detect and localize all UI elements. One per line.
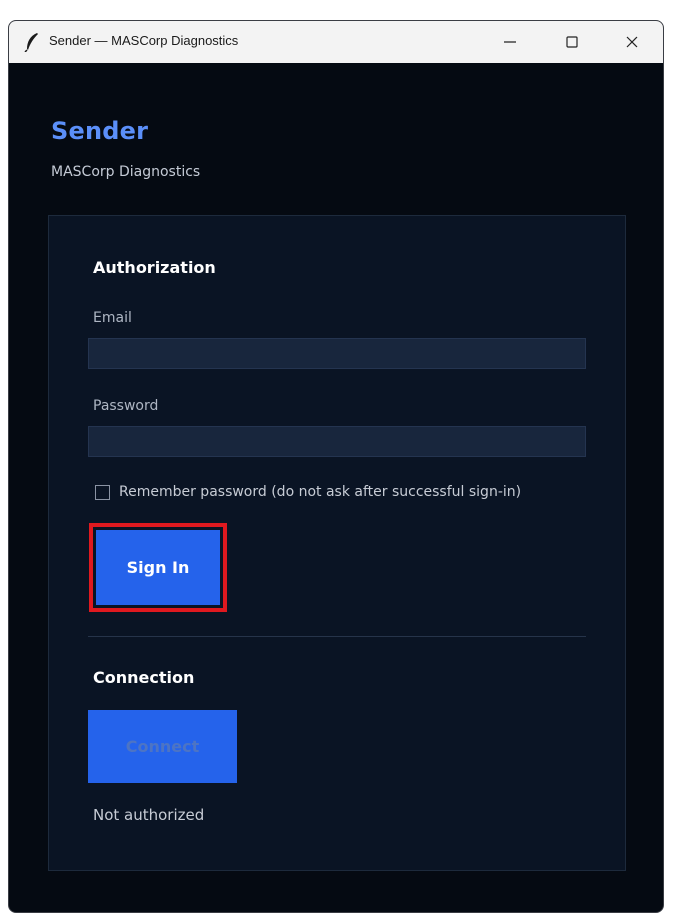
close-button[interactable]	[609, 21, 655, 63]
maximize-button[interactable]	[549, 21, 595, 63]
authorization-heading: Authorization	[93, 258, 216, 277]
close-icon	[626, 36, 638, 48]
connect-button[interactable]: Connect	[88, 710, 237, 783]
app-window: Sender — MASCorp Diagnostics Sender MASC…	[8, 20, 664, 913]
minimize-button[interactable]	[487, 21, 533, 63]
app-title: Sender	[51, 117, 149, 145]
sign-in-button[interactable]: Sign In	[96, 530, 220, 605]
remember-password-label: Remember password (do not ask after succ…	[119, 484, 522, 500]
email-label: Email	[93, 310, 132, 326]
window-title: Sender — MASCorp Diagnostics	[49, 33, 239, 48]
feather-icon	[24, 33, 38, 52]
app-subtitle: MASCorp Diagnostics	[51, 164, 201, 180]
connection-status: Not authorized	[93, 806, 205, 824]
window-content: Sender MASCorp Diagnostics Authorization…	[9, 63, 663, 912]
minimize-icon	[504, 41, 516, 43]
connection-heading: Connection	[93, 668, 195, 687]
email-field[interactable]	[88, 338, 586, 369]
password-field[interactable]	[88, 426, 586, 457]
remember-password-checkbox[interactable]	[95, 484, 110, 500]
password-label: Password	[93, 398, 159, 414]
section-divider	[88, 636, 586, 637]
maximize-icon	[566, 36, 578, 48]
remember-password-option[interactable]: Remember password (do not ask after succ…	[95, 484, 521, 500]
main-panel: Authorization Email Password Remember pa…	[48, 215, 626, 871]
title-bar: Sender — MASCorp Diagnostics	[9, 21, 663, 63]
